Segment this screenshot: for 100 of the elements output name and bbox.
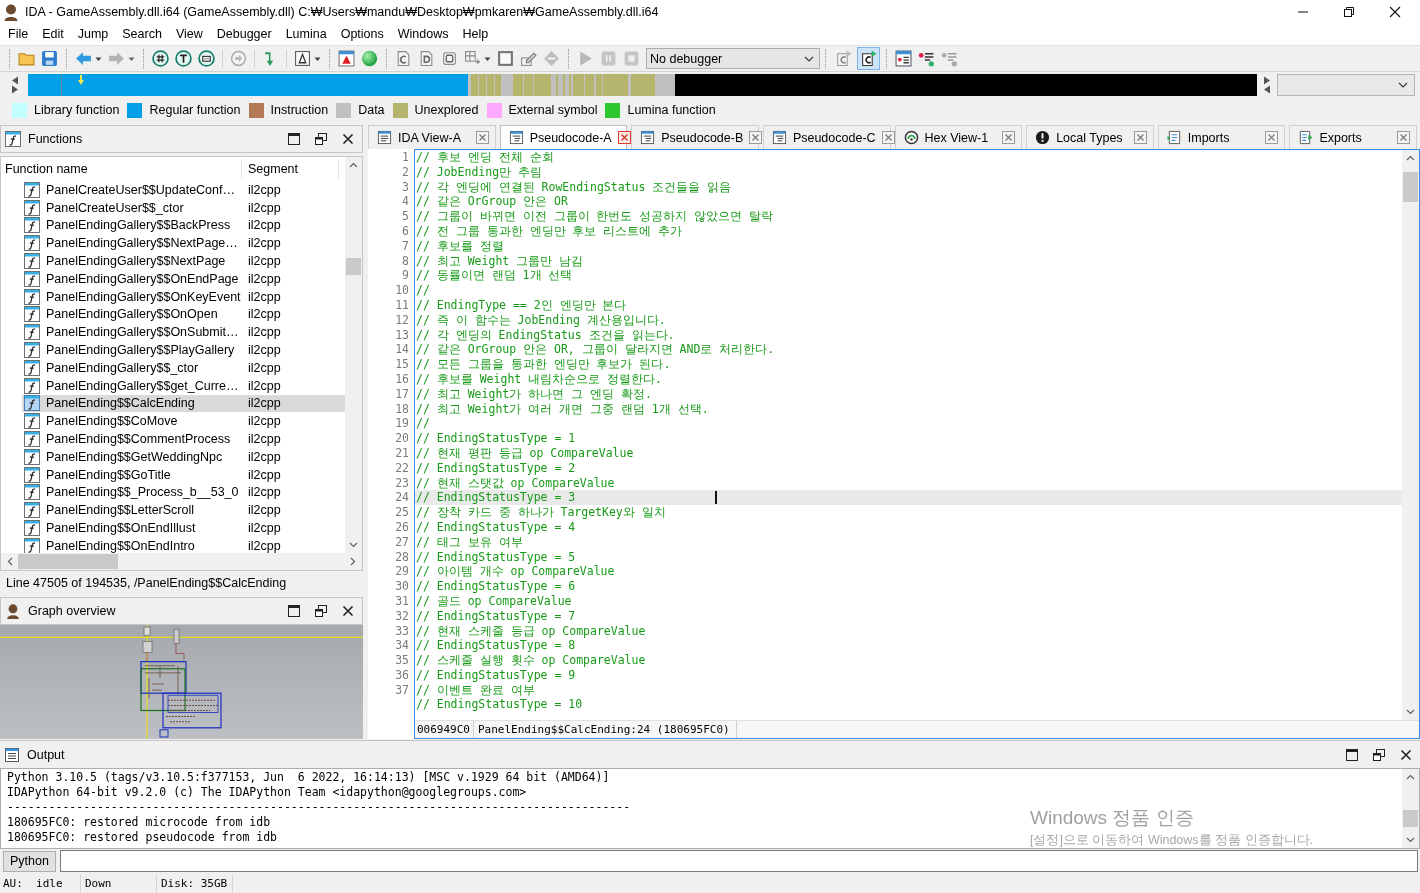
- hash-circle-icon[interactable]: [152, 50, 169, 67]
- function-name[interactable]: PanelEndingGallery$$BackPress: [46, 218, 246, 233]
- close-icon[interactable]: [342, 133, 354, 145]
- vertical-scrollbar[interactable]: [1402, 769, 1419, 848]
- maximize-icon[interactable]: [288, 133, 300, 145]
- t-circle-icon[interactable]: [175, 50, 192, 67]
- menu-item[interactable]: File: [8, 27, 29, 41]
- c-document-icon[interactable]: [395, 50, 412, 67]
- function-name[interactable]: PanelEndingGallery$$OnSubmit…: [46, 325, 246, 340]
- toggle-button[interactable]: [857, 47, 880, 70]
- menu-item[interactable]: View: [175, 27, 203, 41]
- command-input[interactable]: [59, 850, 1418, 872]
- line-number: 16: [395, 371, 409, 386]
- graph-overview-diagram[interactable]: [0, 625, 363, 739]
- output-line: IDAPython 64-bit v9.2.0 (c) The IDAPython Team <idapython@googlegroups.com>: [7, 785, 527, 800]
- vertical-scrollbar[interactable]: [345, 157, 362, 553]
- function-name[interactable]: PanelCreateUser$$UpdateConf…: [46, 182, 246, 197]
- tab[interactable]: IDA View-A: [368, 125, 496, 149]
- float-icon[interactable]: [315, 133, 327, 145]
- scrollbar-thumb[interactable]: [1403, 810, 1418, 827]
- function-name[interactable]: PanelEnding$$LetterScroll: [46, 503, 246, 518]
- function-name[interactable]: PanelEnding$$OnEndIntro: [46, 538, 246, 553]
- function-name[interactable]: PanelEndingGallery$$OnKeyEvent: [46, 289, 246, 304]
- scroll-arrows-icon[interactable]: [10, 75, 20, 95]
- function-name[interactable]: PanelEndingGallery$$PlayGallery: [46, 343, 246, 358]
- function-name[interactable]: PanelEnding$$CommentProcess: [46, 432, 246, 447]
- scroll-right-icon[interactable]: [350, 557, 356, 566]
- pencil-icon[interactable]: [520, 50, 537, 67]
- d-document-icon[interactable]: [418, 50, 435, 67]
- tab[interactable]: Local Types: [1026, 125, 1154, 149]
- horizontal-scrollbar[interactable]: [1, 553, 362, 570]
- function-name[interactable]: PanelEnding$$GoTitle: [46, 467, 246, 482]
- triangle-window-icon[interactable]: [338, 50, 355, 67]
- close-icon[interactable]: [1389, 5, 1401, 18]
- triangle-box-icon[interactable]: [294, 50, 311, 67]
- function-name[interactable]: PanelEndingGallery$$NextPage: [46, 254, 246, 269]
- column-header[interactable]: Segment: [242, 159, 339, 179]
- menu-item[interactable]: Help: [462, 27, 489, 41]
- line-number: 27: [395, 534, 409, 549]
- scrollbar-thumb[interactable]: [1403, 172, 1418, 202]
- column-header[interactable]: Function name: [1, 159, 242, 179]
- close-icon[interactable]: [342, 605, 354, 617]
- scroll-up-icon[interactable]: [349, 162, 358, 168]
- restore-icon[interactable]: [1343, 5, 1355, 18]
- selected-row[interactable]: PanelEnding$$CalcEnding il2cpp: [22, 394, 345, 413]
- line-number: 18: [395, 401, 409, 416]
- breakpoint-list-icon[interactable]: [895, 50, 912, 67]
- function-name[interactable]: PanelEndingGallery$$_ctor: [46, 360, 246, 375]
- function-name[interactable]: PanelEnding$$GetWeddingNpc: [46, 449, 246, 464]
- menu-item[interactable]: Search: [122, 27, 162, 41]
- float-icon[interactable]: [1373, 748, 1385, 761]
- bar-circle-icon[interactable]: [198, 50, 215, 67]
- language-button[interactable]: Python: [3, 850, 56, 872]
- menu-item[interactable]: Jump: [77, 27, 109, 41]
- tab[interactable]: Hex View-1: [894, 125, 1023, 149]
- code-line: // 이벤트 완료 여부: [415, 682, 535, 698]
- frame-icon[interactable]: [497, 50, 514, 67]
- function-name[interactable]: PanelEndingGallery$$NextPage…: [46, 236, 246, 251]
- function-name[interactable]: PanelEndingGallery$$get_Curre…: [46, 378, 246, 393]
- close-icon[interactable]: [1400, 748, 1412, 761]
- code-line: // EndingStatusType = 2: [415, 460, 576, 476]
- menu-item[interactable]: Debugger: [216, 27, 272, 41]
- vertical-scrollbar[interactable]: [1402, 150, 1419, 720]
- scroll-left-icon[interactable]: [7, 557, 13, 566]
- function-name[interactable]: PanelEnding$$_Process_b__53_0: [46, 485, 246, 500]
- function-name[interactable]: PanelEndingGallery$$OnOpen: [46, 307, 246, 322]
- maximize-icon[interactable]: [288, 605, 300, 617]
- menu-item[interactable]: Edit: [42, 27, 64, 41]
- scroll-arrows-icon[interactable]: [1262, 75, 1272, 95]
- address-field: 006949C0: [415, 721, 474, 738]
- navigation-band[interactable]: [28, 74, 1257, 96]
- add-breakpoint-icon[interactable]: [918, 50, 935, 67]
- tab[interactable]: Pseudocode-B: [631, 125, 759, 149]
- function-name[interactable]: PanelEndingGallery$$OnEndPage: [46, 271, 246, 286]
- maximize-icon[interactable]: [1346, 748, 1358, 761]
- code-line: // 같은 OrGroup 안은 OR: [415, 194, 568, 210]
- scroll-down-icon[interactable]: [349, 542, 358, 548]
- save-icon[interactable]: [41, 50, 58, 67]
- scroll-down-icon[interactable]: [1406, 837, 1415, 843]
- segment-name: il2cpp: [248, 521, 281, 536]
- scroll-up-icon[interactable]: [1406, 774, 1415, 780]
- scroll-up-icon[interactable]: [1406, 155, 1415, 161]
- debugger-select[interactable]: No debugger: [646, 48, 820, 69]
- function-name[interactable]: PanelEnding$$OnEndIllust: [46, 521, 246, 536]
- tab[interactable]: Imports: [1157, 125, 1286, 149]
- scrollbar-thumb[interactable]: [18, 554, 118, 569]
- float-icon[interactable]: [315, 605, 327, 617]
- scrollbar-thumb[interactable]: [346, 258, 361, 275]
- function-name[interactable]: PanelEnding$$CoMove: [46, 414, 246, 429]
- menu-item[interactable]: Lumina: [285, 27, 327, 41]
- nested-squares-icon[interactable]: [441, 50, 458, 67]
- sphere-icon[interactable]: [361, 50, 378, 67]
- tab[interactable]: Exports: [1289, 125, 1417, 149]
- scroll-down-icon[interactable]: [1406, 709, 1415, 715]
- function-name[interactable]: PanelCreateUser$$_ctor: [46, 200, 246, 215]
- function-name[interactable]: PanelEnding$$CalcEnding: [46, 396, 246, 411]
- tab[interactable]: Pseudocode-A: [499, 125, 628, 149]
- menu-item[interactable]: Windows: [397, 27, 449, 41]
- menu-item[interactable]: Options: [340, 27, 384, 41]
- list-status-text: Line 47505 of 194535, /PanelEnding$$CalcEnding: [5, 575, 288, 592]
